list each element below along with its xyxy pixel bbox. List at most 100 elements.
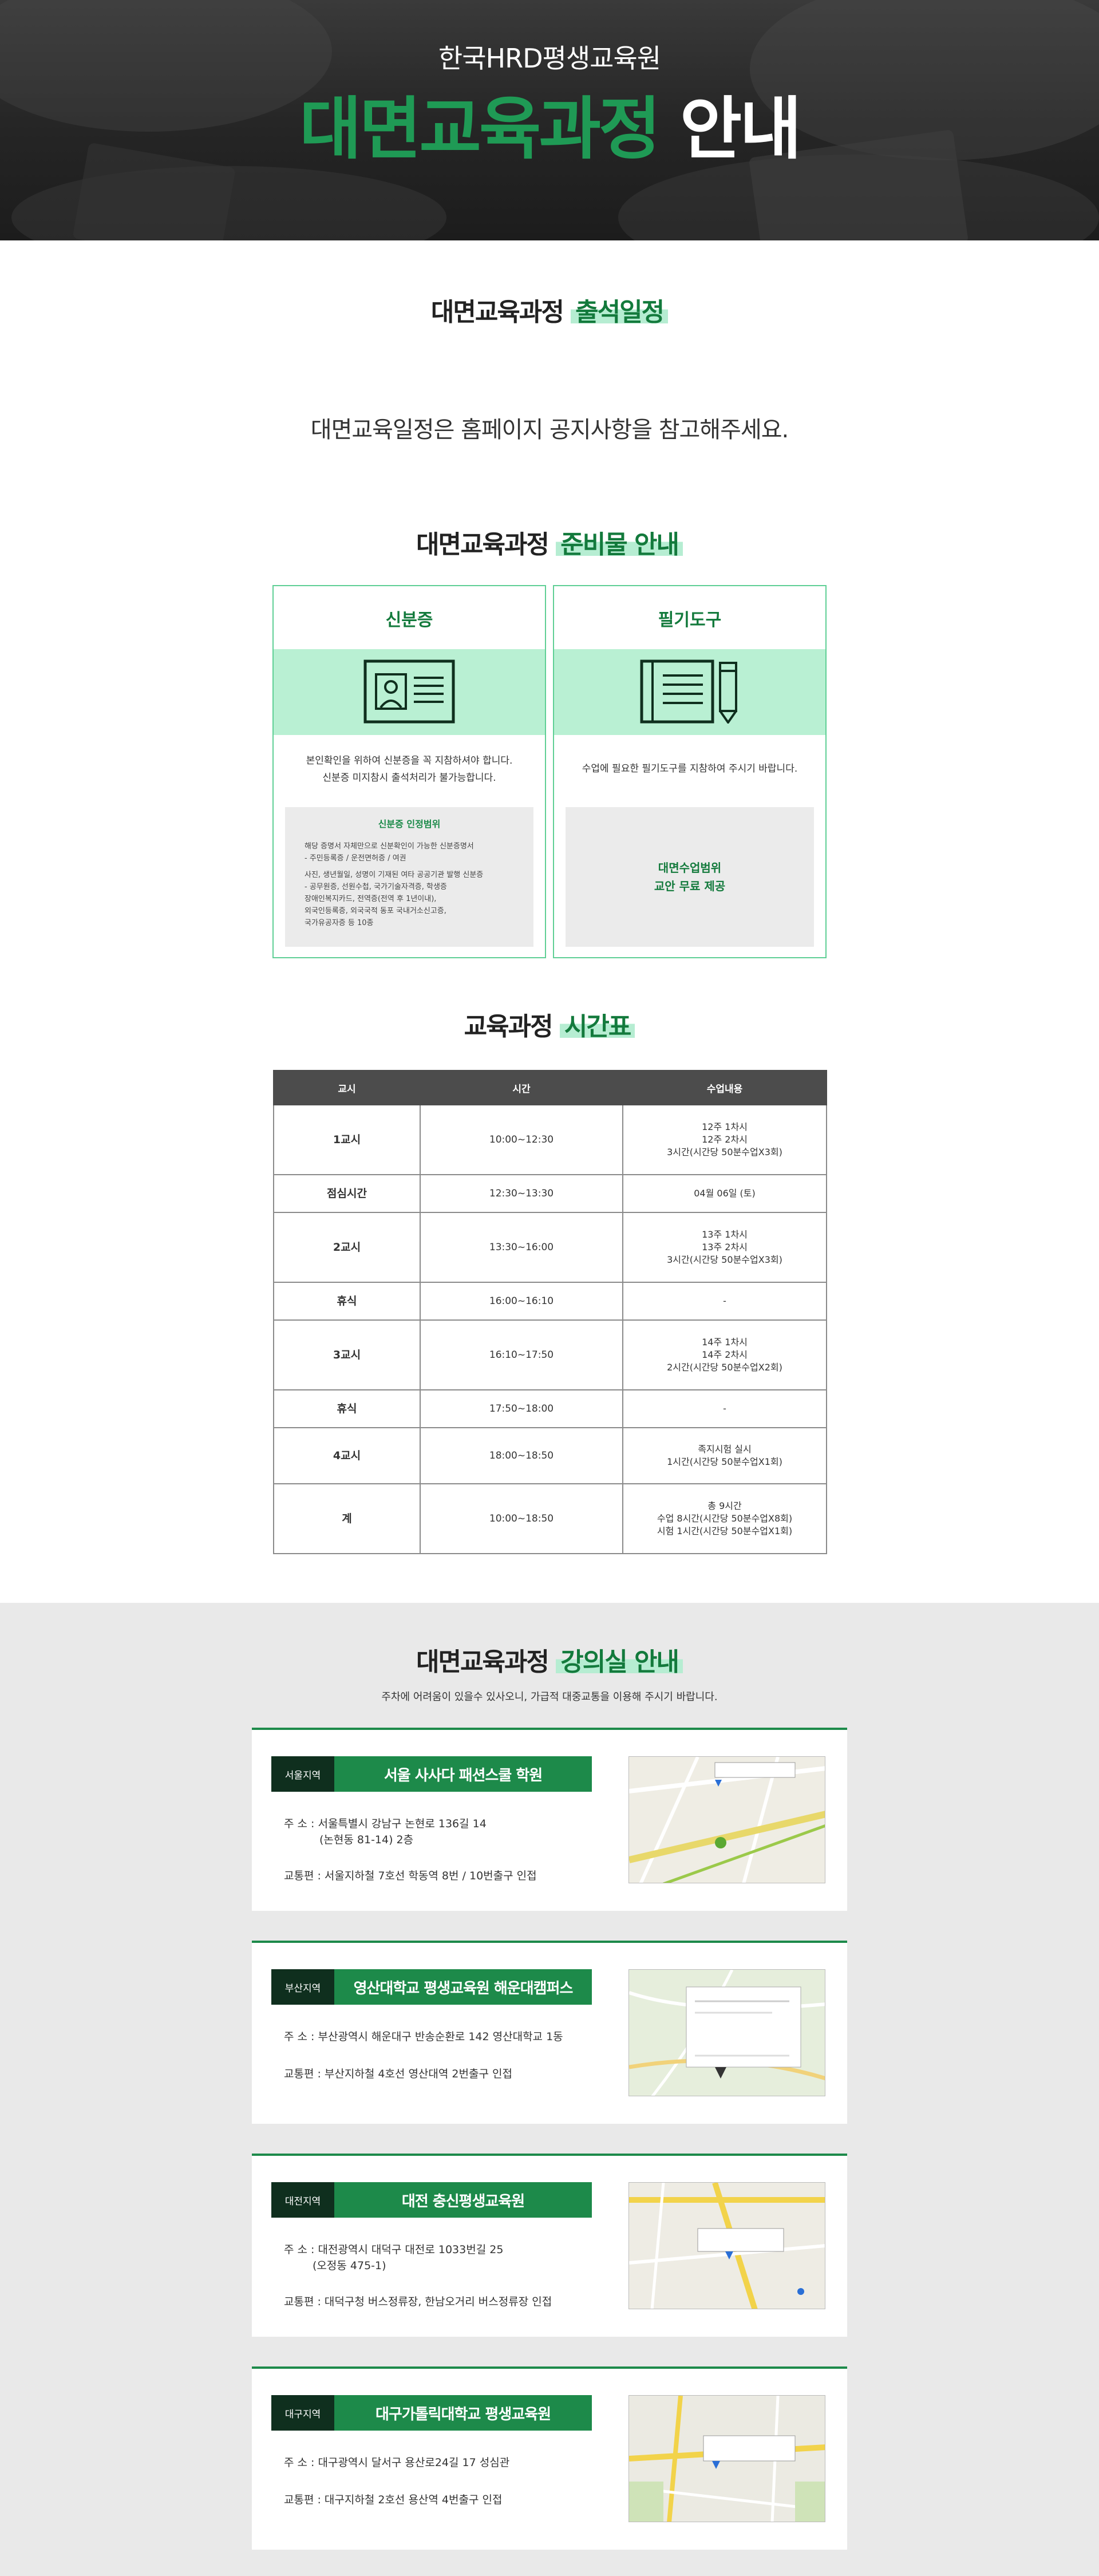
map-image: [629, 2183, 825, 2309]
prep-section-title: 대면교육과정 준비물 안내: [0, 528, 1099, 562]
location-map[interactable]: [628, 1969, 825, 2096]
title-plain: 교육과정: [464, 1012, 554, 1041]
content-line: 04월 06일 (토): [694, 1188, 756, 1199]
attendance-notice: 대면교육일정은 홈페이지 공지사항을 참고해주세요.: [310, 417, 789, 443]
cell-time: 18:00~18:50: [420, 1427, 623, 1484]
material-box: 대면수업범위 교안 무료 제공: [566, 807, 814, 947]
address-line: (논현동 81-14) 2층: [319, 1834, 414, 1846]
hero-title-white: 안내: [679, 89, 802, 168]
table-row: 1교시 10:00~12:30 12주 1차시 12주 2차시 3시간(시간당 …: [273, 1104, 827, 1175]
location-card-seoul: 서울지역 서울 사사다 패션스쿨 학원 주 소 : 서울특별시 강남구 논현로 …: [252, 1728, 847, 1911]
box-body: 해당 증명서 자체만으로 신분확인이 가능한 신분증명서 - 주민등록증 / 운…: [305, 840, 522, 929]
cell-time: 12:30~13:30: [420, 1174, 623, 1213]
hero-subtitle: 한국HRD평생교육원: [438, 43, 661, 74]
region-badge: 대구지역: [271, 2395, 334, 2431]
box-line: 외국인등록증, 외국국적 동포 국내거소신고증,: [305, 907, 446, 915]
card-icon-band: [554, 649, 825, 735]
address-line: 주 소 : 대구광역시 달서구 용산로24길 17 성심관: [284, 2456, 510, 2469]
box-line: 사진, 생년월일, 성명이 기재된 여타 공공기관 발행 신분증: [305, 871, 484, 879]
location-map[interactable]: [628, 1756, 825, 1883]
table-row: 3교시 16:10~17:50 14주 1차시 14주 2차시 2시간(시간당 …: [273, 1319, 827, 1390]
hero-title-green: 대면교육과정: [299, 89, 661, 168]
content-line: 13주 2차시: [702, 1242, 748, 1253]
region-badge: 부산지역: [271, 1969, 334, 2005]
cell-content: 족지시험 실시 1시간(시간당 50분수업X1회): [622, 1427, 827, 1484]
header-time: 시간: [420, 1070, 623, 1105]
id-card-icon: [363, 659, 455, 724]
title-plain: 대면교육과정: [416, 530, 550, 559]
location-card-daejeon: 대전지역 대전 충신평생교육원 주 소 : 대전광역시 대덕구 대전로 1033…: [252, 2154, 847, 2337]
content-line: 12주 2차시: [702, 1134, 748, 1145]
location-traffic: 교통편 : 대덕구청 버스정류장, 한남오거리 버스정류장 인접: [284, 2296, 552, 2308]
table-row: 4교시 18:00~18:50 족지시험 실시 1시간(시간당 50분수업X1회…: [273, 1427, 827, 1484]
location-map[interactable]: [628, 2182, 825, 2309]
timetable: 교시 시간 수업내용 1교시 10:00~12:30 12주 1차시 12주 2…: [273, 1070, 827, 1554]
box-line: - 공무원증, 선원수첩, 국가기술자격증, 학생증: [305, 883, 447, 891]
title-highlight: 출석일정: [571, 298, 669, 327]
cell-period: 계: [273, 1483, 421, 1554]
title-highlight: 강의실 안내: [556, 1647, 683, 1677]
location-header: 부산지역 영산대학교 평생교육원 해운대캠퍼스: [271, 1969, 592, 2005]
id-range-box: 신분증 인정범위 해당 증명서 자체만으로 신분확인이 가능한 신분증명서 - …: [285, 807, 533, 947]
cell-period: 휴식: [273, 1282, 421, 1321]
card-icon-band: [274, 649, 545, 735]
title-plain: 대면교육과정: [430, 298, 564, 327]
title-plain: 대면교육과정: [416, 1647, 550, 1677]
cell-content: 12주 1차시 12주 2차시 3시간(시간당 50분수업X3회): [622, 1104, 827, 1175]
box-line: 장애인복지카드, 전역증(전역 후 1년이내),: [305, 895, 437, 903]
cell-time: 13:30~16:00: [420, 1212, 623, 1283]
content-line: 시험 1시간(시간당 50분수업X1회): [657, 1526, 793, 1536]
location-address: 주 소 : 부산광역시 해운대구 반송순환로 142 영산대학교 1동: [284, 2029, 604, 2045]
content-line: 12주 1차시: [702, 1121, 748, 1132]
cell-period: 휴식: [273, 1389, 421, 1428]
address-line: 주 소 : 부산광역시 해운대구 반송순환로 142 영산대학교 1동: [284, 2030, 563, 2043]
card-title: 필기도구: [658, 610, 722, 630]
map-image: [629, 1970, 825, 2096]
content-line: 3시간(시간당 50분수업X3회): [667, 1147, 782, 1157]
desc-line: 본인확인을 위하여 신분증을 꼭 지참하셔야 합니다.: [306, 755, 513, 767]
content-line: 14주 1차시: [702, 1337, 748, 1348]
table-row: 2교시 13:30~16:00 13주 1차시 13주 2차시 3시간(시간당 …: [273, 1212, 827, 1283]
location-traffic: 교통편 : 서울지하철 7호선 학동역 8번 / 10번출구 인접: [284, 1870, 537, 1882]
table-row: 휴식 17:50~18:00 -: [273, 1389, 827, 1428]
cell-time: 10:00~18:50: [420, 1483, 623, 1554]
location-header: 대전지역 대전 충신평생교육원: [271, 2182, 592, 2218]
table-row: 계 10:00~18:50 총 9시간 수업 8시간(시간당 50분수업X8회)…: [273, 1483, 827, 1554]
cell-content: -: [622, 1389, 827, 1428]
map-image: [629, 2396, 825, 2522]
prep-card-id: 신분증 본인확인을 위하여 신분증을 꼭 지참하셔야 합니다. 신분증 미지참시…: [272, 585, 546, 958]
location-address: 주 소 : 서울특별시 강남구 논현로 136길 14 (논현동 81-14) …: [284, 1816, 604, 1848]
location-card-daegu: 대구지역 대구가톨릭대학교 평생교육원 주 소 : 대구광역시 달서구 용산로2…: [252, 2366, 847, 2550]
box-center-text: 대면수업범위 교안 무료 제공: [566, 859, 814, 895]
hero-title: 대면교육과정 안내: [0, 86, 1099, 172]
content-line: 수업 8시간(시간당 50분수업X8회): [657, 1513, 793, 1524]
content-line: 1시간(시간당 50분수업X1회): [667, 1456, 782, 1467]
box-title: 신분증 인정범위: [378, 819, 441, 829]
location-card-busan: 부산지역 영산대학교 평생교육원 해운대캠퍼스 주 소 : 부산광역시 해운대구…: [252, 1941, 847, 2124]
location-header: 대구지역 대구가톨릭대학교 평생교육원: [271, 2395, 592, 2431]
content-line: 3시간(시간당 50분수업X3회): [667, 1254, 782, 1265]
box-line: 교안 무료 제공: [654, 879, 726, 893]
desc-line: 신분증 미지참시 출석처리가 불가능합니다.: [322, 772, 496, 784]
location-map[interactable]: [628, 2395, 825, 2522]
content-line: 13주 1차시: [702, 1229, 748, 1240]
title-highlight: 시간표: [559, 1012, 635, 1041]
card-description: 본인확인을 위하여 신분증을 꼭 지참하셔야 합니다. 신분증 미지참시 출석처…: [285, 752, 533, 787]
content-line: 2시간(시간당 50분수업X2회): [667, 1362, 782, 1373]
classroom-notice: 주차에 어려움이 있을수 있사오니, 가급적 대중교통을 이용해 주시기 바랍니…: [381, 1691, 718, 1703]
location-traffic: 교통편 : 대구지하철 2호선 용산역 4번출구 인접: [284, 2494, 503, 2506]
table-row: 휴식 16:00~16:10 -: [273, 1282, 827, 1321]
region-badge: 서울지역: [271, 1756, 334, 1792]
cell-content: 04월 06일 (토): [622, 1174, 827, 1213]
box-line: - 주민등록증 / 운전면허증 / 여권: [305, 854, 406, 863]
cell-content: -: [622, 1282, 827, 1321]
hero-banner: 한국HRD평생교육원 대면교육과정 안내: [0, 0, 1099, 240]
cell-content: 14주 1차시 14주 2차시 2시간(시간당 50분수업X2회): [622, 1319, 827, 1390]
cell-time: 16:10~17:50: [420, 1319, 623, 1390]
cell-time: 16:00~16:10: [420, 1282, 623, 1321]
cell-period: 점심시간: [273, 1174, 421, 1213]
location-address: 주 소 : 대구광역시 달서구 용산로24길 17 성심관: [284, 2455, 604, 2471]
prep-card-stationery: 필기도구 수업에 필요한 필기도구를 지참하여 주시기 바랍니다. 대면수업범위…: [553, 585, 827, 958]
timetable-section-title: 교육과정 시간표: [0, 1010, 1099, 1044]
region-badge: 대전지역: [271, 2182, 334, 2218]
